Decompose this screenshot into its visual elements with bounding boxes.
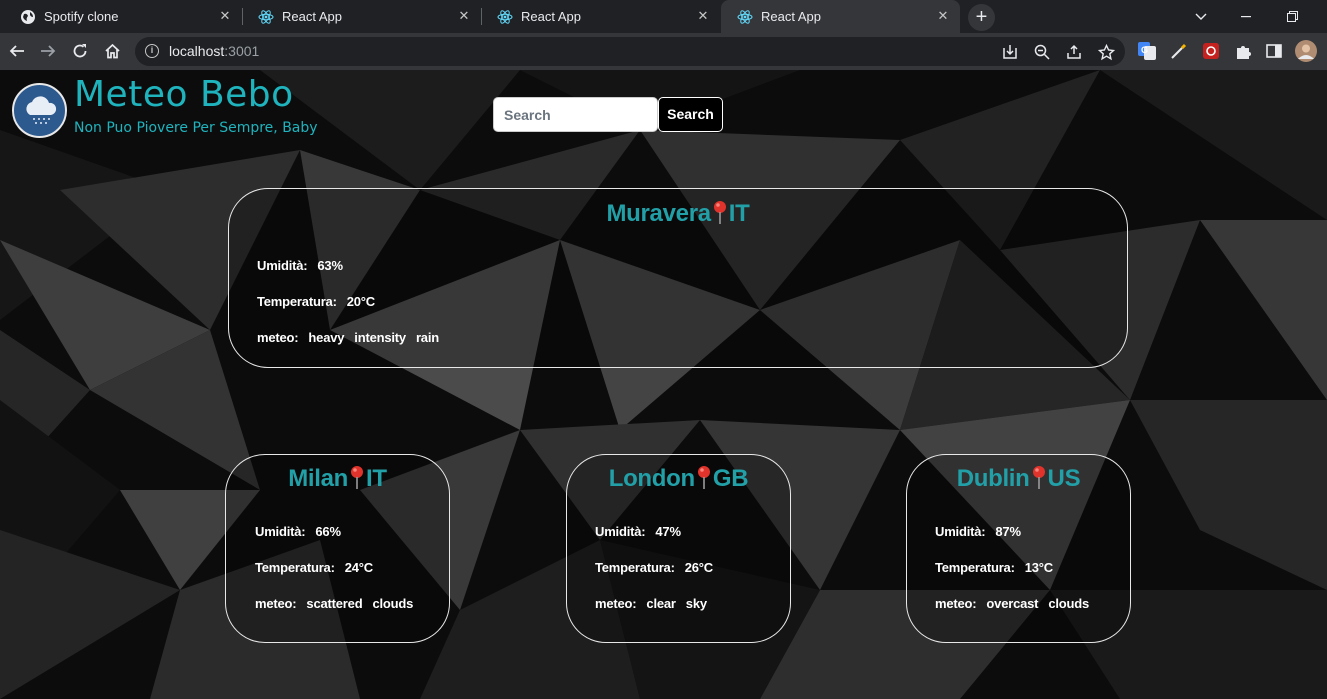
browser-toolbar: i localhost:3001 G: [0, 33, 1327, 70]
location-pin-icon: [351, 466, 364, 489]
city-name: Milan: [288, 465, 349, 492]
react-icon: [737, 9, 753, 25]
temperature-row: Temperatura: 20°C: [257, 294, 375, 309]
tab-title: React App: [761, 9, 821, 24]
close-icon[interactable]: ✕: [696, 9, 710, 23]
country-code: GB: [712, 465, 749, 492]
react-icon: [258, 9, 274, 25]
city-name: Dublin: [956, 465, 1030, 492]
profile-avatar[interactable]: [1295, 40, 1317, 62]
eyedropper-extension-icon[interactable]: [1168, 40, 1190, 62]
globe-icon: [20, 9, 36, 25]
browser-tab[interactable]: Spotify clone ✕: [4, 0, 242, 33]
site-subtitle: Non Puo Piovere Per Sempre, Baby: [74, 120, 318, 136]
card-title: Milan IT: [226, 464, 449, 493]
city-weather-card: London GB Umidità: 47% Temperatura: 26°C me…: [566, 454, 791, 643]
reload-button[interactable]: [66, 37, 94, 65]
close-icon[interactable]: ✕: [936, 9, 950, 23]
browser-tab-active[interactable]: React App ✕: [721, 0, 960, 33]
cloud-rain-icon: [25, 95, 56, 124]
search-button[interactable]: Search: [658, 97, 723, 132]
bookmark-star-icon[interactable]: [1096, 42, 1116, 62]
temperature-row: Temperatura: 24°C: [255, 560, 373, 575]
humidity-row: Umidità: 87%: [935, 524, 1021, 539]
restore-button[interactable]: [1269, 0, 1315, 33]
site-info-icon[interactable]: i: [145, 44, 159, 58]
browser-tab[interactable]: React App ✕: [481, 0, 720, 33]
city-weather-card: Dublin US Umidità: 87% Temperatura: 13°C me…: [906, 454, 1131, 643]
humidity-row: Umidità: 47%: [595, 524, 681, 539]
country-code: IT: [728, 200, 750, 227]
tab-title: React App: [521, 9, 581, 24]
temperature-row: Temperatura: 26°C: [595, 560, 713, 575]
minimize-button[interactable]: [1223, 0, 1269, 33]
home-button[interactable]: [98, 37, 126, 65]
humidity-row: Umidità: 63%: [257, 258, 343, 273]
new-tab-button[interactable]: +: [968, 4, 995, 31]
react-icon: [497, 9, 513, 25]
extensions-puzzle-icon[interactable]: [1232, 40, 1254, 62]
temperature-row: Temperatura: 13°C: [935, 560, 1053, 575]
location-pin-icon: [713, 201, 726, 224]
card-title: Muravera IT: [229, 199, 1127, 228]
close-icon[interactable]: ✕: [218, 9, 232, 23]
chevron-down-icon: [1195, 13, 1207, 20]
location-pin-icon: [697, 466, 710, 489]
tab-title: React App: [282, 9, 342, 24]
svg-text:G: G: [1141, 45, 1148, 55]
humidity-row: Umidità: 66%: [255, 524, 341, 539]
country-code: IT: [366, 465, 387, 492]
forward-button[interactable]: [34, 37, 62, 65]
card-title: London GB: [567, 464, 790, 493]
home-icon: [104, 43, 120, 59]
zoom-icon[interactable]: [1032, 42, 1052, 62]
minimize-icon: [1241, 15, 1251, 17]
tab-search-button[interactable]: [1178, 0, 1224, 33]
share-icon[interactable]: [1064, 42, 1084, 62]
city-name: Muravera: [606, 200, 711, 227]
city-name: London: [608, 465, 695, 492]
site-title: Meteo Bebo: [74, 74, 294, 115]
country-code: US: [1047, 465, 1081, 492]
back-button[interactable]: [3, 37, 31, 65]
extension-red-icon[interactable]: [1200, 40, 1222, 62]
install-app-icon[interactable]: [1000, 42, 1020, 62]
tab-title: Spotify clone: [44, 9, 119, 24]
weather-row: meteo: scattered clouds: [255, 596, 414, 611]
reload-icon: [73, 44, 87, 58]
side-panel-icon[interactable]: [1263, 40, 1285, 62]
site-logo[interactable]: [12, 83, 67, 138]
address-bar[interactable]: i localhost:3001: [135, 37, 1125, 66]
google-translate-icon[interactable]: G: [1136, 40, 1158, 62]
browser-tab[interactable]: React App ✕: [242, 0, 481, 33]
close-icon[interactable]: ✕: [457, 9, 471, 23]
city-weather-card: Milan IT Umidità: 66% Temperatura: 24°C met…: [225, 454, 450, 643]
url-text[interactable]: localhost:3001: [169, 43, 259, 59]
card-title: Dublin US: [907, 464, 1130, 493]
weather-row: meteo: overcast clouds: [935, 596, 1090, 611]
arrow-right-icon: [41, 45, 56, 57]
main-weather-card: Muravera IT Umidità: 63% Temperatura: 20°C …: [228, 188, 1128, 368]
page-viewport: Meteo Bebo Non Puo Piovere Per Sempre, B…: [0, 70, 1327, 699]
weather-row: meteo: heavy intensity rain: [257, 330, 439, 345]
restore-icon: [1286, 11, 1298, 22]
browser-tabstrip: Spotify clone ✕ React App ✕ React App ✕ …: [0, 0, 1327, 33]
weather-row: meteo: clear sky: [595, 596, 707, 611]
search-input[interactable]: [493, 97, 658, 132]
location-pin-icon: [1032, 466, 1045, 489]
arrow-left-icon: [9, 45, 24, 57]
